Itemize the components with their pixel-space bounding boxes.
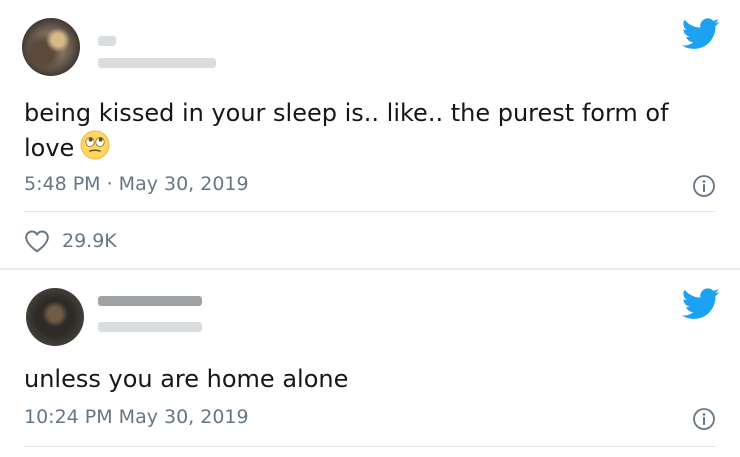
- tweet-timestamp[interactable]: 5:48 PM · May 30, 2019: [24, 173, 249, 195]
- like-button[interactable]: 29.9K: [24, 228, 117, 254]
- twitter-bird-icon[interactable]: [682, 288, 720, 320]
- tweet-text: unless you are home alone: [24, 365, 349, 393]
- divider: [24, 211, 716, 212]
- face-with-rolling-eyes-icon: [80, 130, 110, 169]
- tweet-timestamp[interactable]: 10:24 PM May 30, 2019: [24, 406, 249, 428]
- like-count: 29.9K: [62, 230, 117, 252]
- avatar[interactable]: [26, 288, 84, 346]
- heart-icon[interactable]: [24, 229, 50, 253]
- info-icon[interactable]: [692, 407, 716, 431]
- tweet-card-1[interactable]: being kissed in your sleep is.. like.. t…: [0, 0, 740, 268]
- tweet-text-content: being kissed in your sleep is.. like.. t…: [24, 99, 669, 162]
- tweet-text: being kissed in your sleep is.. like.. t…: [24, 96, 724, 169]
- info-icon[interactable]: [692, 174, 716, 198]
- twitter-bird-icon[interactable]: [682, 18, 720, 50]
- divider: [24, 446, 716, 447]
- avatar[interactable]: [22, 18, 80, 76]
